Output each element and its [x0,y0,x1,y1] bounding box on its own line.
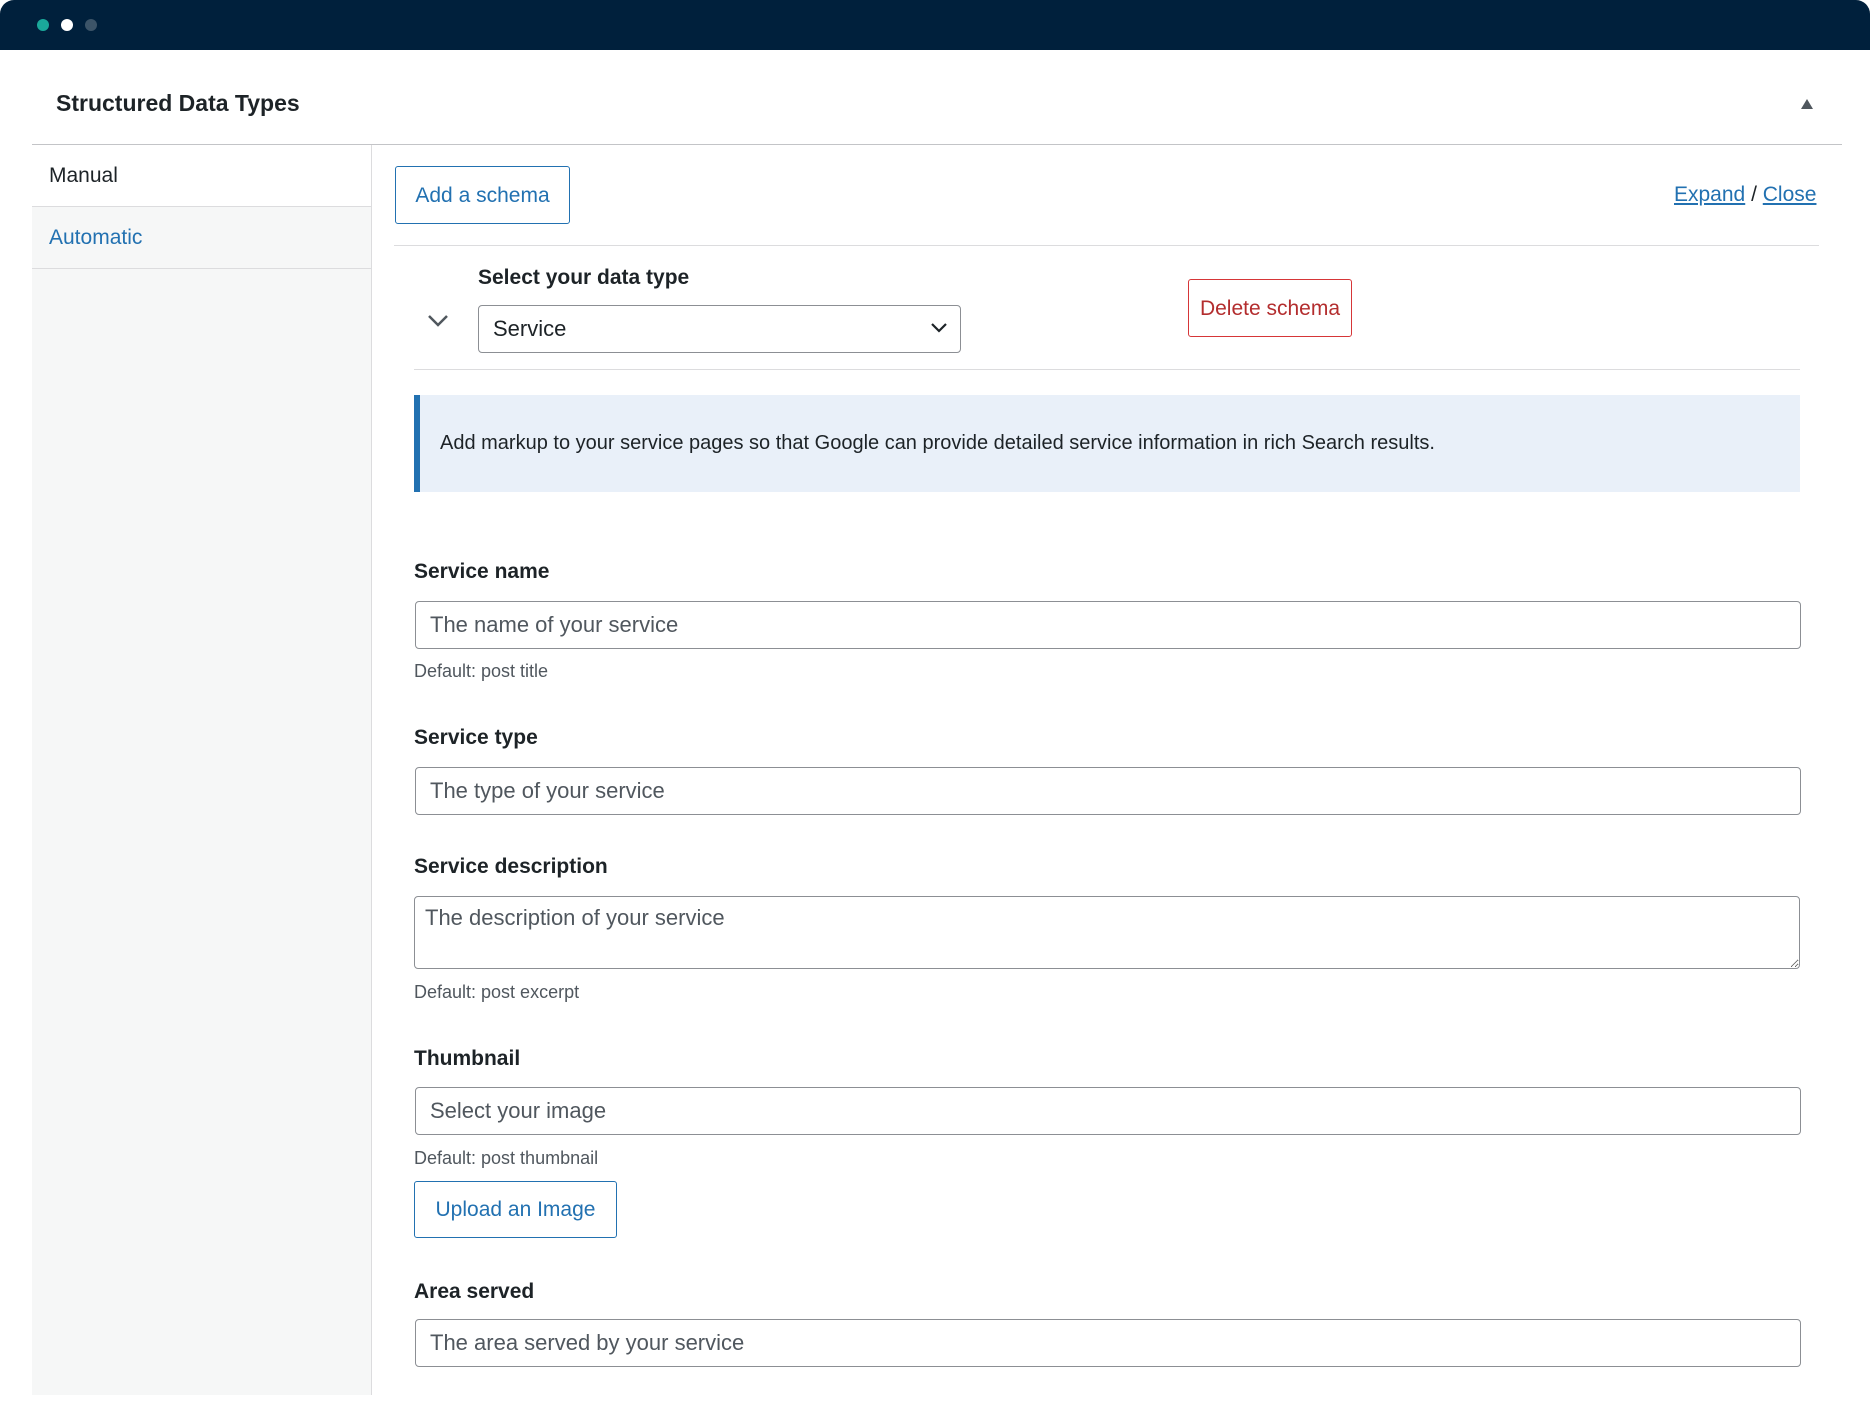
service-name-label: Service name [414,560,550,583]
schema-top-divider [394,245,1819,246]
sidebar-item-automatic[interactable]: Automatic [32,207,371,269]
data-type-label: Select your data type [478,266,690,289]
upload-image-button[interactable]: Upload an Image [414,1181,617,1238]
window-dot-gray[interactable] [85,19,97,31]
delete-schema-button[interactable]: Delete schema [1188,279,1352,337]
expand-link[interactable]: Expand [1674,183,1745,206]
window-titlebar [0,0,1870,50]
window-dot-white[interactable] [61,19,73,31]
window-dot-green[interactable] [37,19,49,31]
expand-close-separator: / [1751,183,1757,206]
sidebar: Manual Automatic [32,145,372,1395]
chevron-down-icon[interactable] [426,313,450,329]
expand-close-links: Expand / Close [1674,183,1816,207]
service-description-label: Service description [414,855,608,878]
caret-up-icon[interactable] [1800,98,1814,110]
service-type-label: Service type [414,726,538,749]
data-type-select[interactable]: Service [478,305,961,353]
service-description-textarea[interactable] [414,896,1800,969]
area-served-label: Area served [414,1280,535,1303]
sidebar-item-manual[interactable]: Manual [32,145,371,207]
thumbnail-label: Thumbnail [414,1047,521,1070]
add-schema-button[interactable]: Add a schema [395,166,570,224]
data-type-selected-value: Service [493,316,567,341]
thumbnail-help: Default: post thumbnail [414,1148,599,1168]
select-chevron-down-icon [931,323,947,333]
area-served-input[interactable] [415,1319,1801,1367]
close-link[interactable]: Close [1763,183,1817,206]
thumbnail-input[interactable] [415,1087,1801,1135]
panel-title: Structured Data Types [56,90,300,116]
schema-divider [414,369,1800,370]
service-name-input[interactable] [415,601,1801,649]
service-description-help: Default: post excerpt [414,982,580,1002]
service-type-input[interactable] [415,767,1801,815]
schema-info-notice: Add markup to your service pages so that… [414,395,1800,492]
service-name-help: Default: post title [414,661,549,681]
